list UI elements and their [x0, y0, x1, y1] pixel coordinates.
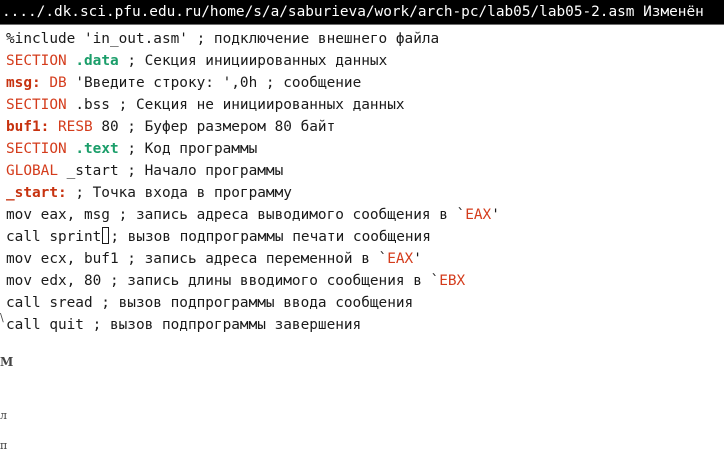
background-window-fragment: M: [0, 355, 14, 369]
code-text: mov edx, 80 ; запись длины вводимого соо…: [6, 273, 440, 289]
code-text: 'Введите строку: ',0h ; сообщение: [66, 75, 362, 91]
window-title: ..../.dk.sci.pfu.edu.ru/home/s/a/saburie…: [2, 4, 704, 20]
asm-section-name: .text: [75, 141, 119, 157]
background-window-fragment: п: [0, 439, 8, 452]
asm-keyword: RESB: [58, 119, 93, 135]
code-line[interactable]: mov ecx, buf1 ; запись адреса переменной…: [6, 249, 422, 269]
code-text: mov eax, msg ; запись адреса выводимого …: [6, 207, 466, 223]
code-line[interactable]: call sread ; вызов подпрограммы ввода со…: [6, 293, 413, 313]
code-line[interactable]: buf1: RESB 80 ; Буфер размером 80 байт: [6, 117, 335, 137]
code-text: _start ; Начало программы: [57, 163, 284, 179]
code-line[interactable]: %include 'in_out.asm' ; подключение внеш…: [6, 29, 439, 49]
code-line[interactable]: msg: DB 'Введите строку: ',0h ; сообщени…: [6, 73, 361, 93]
asm-keyword: DB: [49, 75, 67, 91]
asm-label: _start:: [6, 185, 67, 201]
terminal-title-bar: ..../.dk.sci.pfu.edu.ru/home/s/a/saburie…: [0, 0, 724, 25]
asm-keyword: GLOBAL: [6, 163, 58, 179]
code-text: mov ecx, buf1 ; запись адреса переменной…: [6, 251, 388, 267]
code-line[interactable]: _start: ; Точка входа в программу: [6, 183, 292, 203]
code-line[interactable]: call quit ; вызов подпрограммы завершени…: [6, 315, 361, 335]
code-text: ; Секция инициированных данных: [118, 53, 388, 69]
code-text: 80 ; Буфер размером 80 байт: [92, 119, 336, 135]
code-text: ; вызов подпрограммы печати сообщения: [110, 229, 431, 245]
code-text: ; Код программы: [118, 141, 258, 157]
background-window-fragment: \: [0, 311, 4, 324]
code-line[interactable]: call sprint ; вызов подпрограммы печати с…: [6, 227, 431, 247]
editor-text-area[interactable]: %include 'in_out.asm' ; подключение внеш…: [0, 28, 724, 462]
code-text: %include 'in_out.asm' ; подключение внеш…: [6, 31, 440, 47]
asm-keyword: EBX: [439, 273, 466, 289]
background-window-fragment: л: [0, 409, 7, 422]
asm-section-name: .data: [75, 53, 119, 69]
asm-keyword: EAX: [387, 251, 414, 267]
code-text: ': [491, 207, 500, 223]
code-text: call sread ; вызов подпрограммы ввода со…: [6, 295, 414, 311]
code-line[interactable]: SECTION .bss ; Секция не инициированных …: [6, 95, 405, 115]
code-line[interactable]: GLOBAL _start ; Начало программы: [6, 161, 283, 181]
asm-keyword: SECTION: [6, 97, 67, 113]
code-line[interactable]: mov edx, 80 ; запись длины вводимого соо…: [6, 271, 465, 291]
code-line[interactable]: SECTION .data ; Секция инициированных да…: [6, 51, 387, 71]
code-text: ; Точка входа в программу: [66, 185, 292, 201]
code-line[interactable]: mov eax, msg ; запись адреса выводимого …: [6, 205, 500, 225]
asm-keyword: SECTION: [6, 141, 67, 157]
code-line[interactable]: SECTION .text ; Код программы: [6, 139, 257, 159]
asm-keyword: EAX: [465, 207, 492, 223]
text-cursor: [102, 227, 110, 244]
code-text: ': [413, 251, 422, 267]
code-text: .bss ; Секция не инициированных данных: [66, 97, 405, 113]
asm-label: msg:: [6, 75, 41, 91]
asm-label: buf1:: [6, 119, 50, 135]
code-text: call quit ; вызов подпрограммы завершени…: [6, 317, 362, 333]
asm-keyword: SECTION: [6, 53, 67, 69]
code-text: call sprint: [6, 229, 102, 245]
